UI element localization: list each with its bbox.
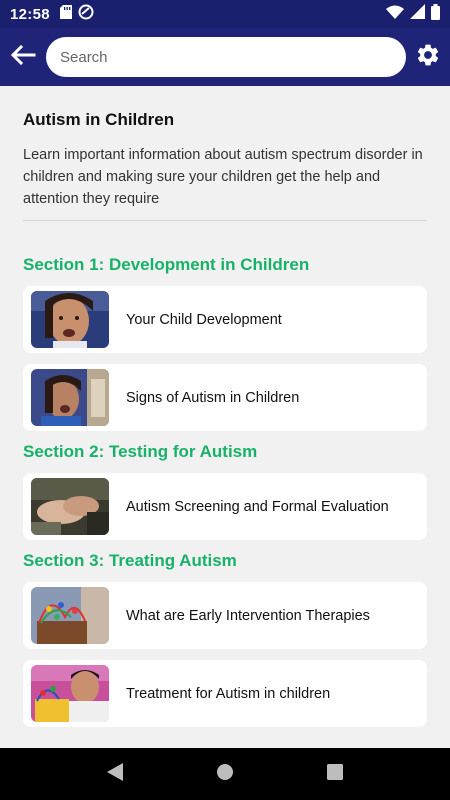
section-title: Section 2: Testing for Autism xyxy=(23,442,258,461)
page-description: Learn important information about autism… xyxy=(23,147,423,207)
back-button[interactable] xyxy=(0,28,46,86)
status-bar: 12:58 xyxy=(0,0,450,28)
lesson-title: What are Early Intervention Therapies xyxy=(126,607,370,624)
lesson-title: Your Child Development xyxy=(126,311,282,328)
nav-recents-icon xyxy=(327,763,343,785)
settings-button[interactable] xyxy=(406,28,450,86)
divider xyxy=(23,220,427,221)
lesson-thumbnail xyxy=(31,665,109,722)
section-title: Section 3: Treating Autism xyxy=(23,551,237,570)
page-title: Autism in Children xyxy=(23,110,175,129)
search-box xyxy=(46,37,406,77)
section-title: Section 1: Development in Children xyxy=(23,255,310,274)
app-bar xyxy=(0,28,450,86)
search-input[interactable] xyxy=(60,48,392,66)
nav-home-icon xyxy=(216,763,234,786)
nav-home-button[interactable] xyxy=(205,754,245,794)
battery-icon xyxy=(431,3,440,25)
system-nav-bar xyxy=(0,748,450,800)
content-area: Autism in Children Learn important infor… xyxy=(0,86,450,748)
lesson-thumbnail xyxy=(31,587,109,644)
lesson-thumbnail xyxy=(31,291,109,348)
lesson-card[interactable]: Treatment for Autism in children xyxy=(23,660,427,727)
lesson-thumbnail xyxy=(31,369,109,426)
sd-card-icon xyxy=(59,4,72,24)
back-arrow-icon xyxy=(10,44,36,70)
status-time: 12:58 xyxy=(10,5,50,23)
lesson-card[interactable]: Signs of Autism in Children xyxy=(23,364,427,431)
signal-icon xyxy=(410,4,425,24)
lesson-title: Autism Screening and Formal Evaluation xyxy=(126,498,389,515)
nav-back-icon xyxy=(107,762,123,786)
lesson-title: Treatment for Autism in children xyxy=(126,685,331,702)
lesson-card[interactable]: Your Child Development xyxy=(23,286,427,353)
gear-icon xyxy=(415,42,441,73)
lesson-card[interactable]: Autism Screening and Formal Evaluation xyxy=(23,473,427,540)
lesson-thumbnail xyxy=(31,478,109,535)
lesson-card[interactable]: What are Early Intervention Therapies xyxy=(23,582,427,649)
wifi-icon xyxy=(386,5,404,24)
lesson-title: Signs of Autism in Children xyxy=(126,389,300,406)
nav-recents-button[interactable] xyxy=(315,754,355,794)
at-sign-icon xyxy=(78,4,94,25)
nav-back-button[interactable] xyxy=(95,754,135,794)
